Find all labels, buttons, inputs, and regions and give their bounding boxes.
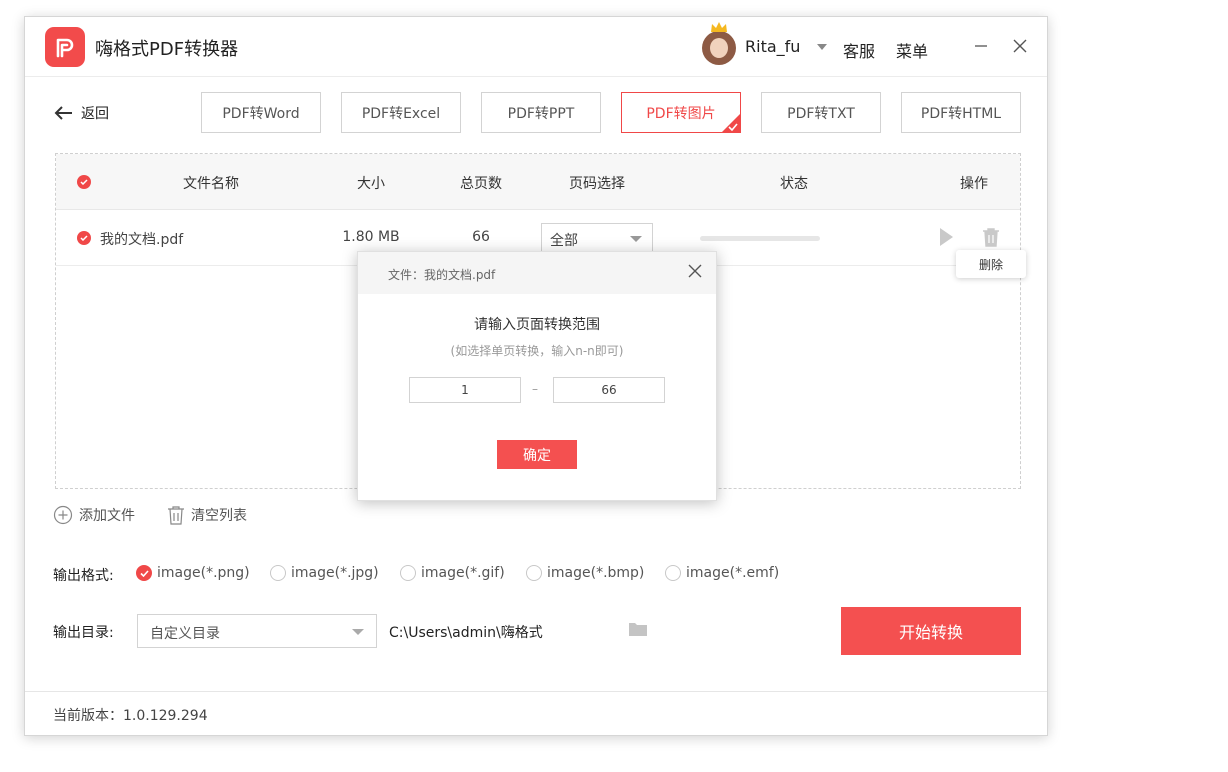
version-text: 当前版本：1.0.129.294 xyxy=(53,708,208,724)
header-name: 文件名称 xyxy=(183,176,239,192)
page-select-dropdown[interactable]: 全部 xyxy=(541,223,653,253)
range-start-input[interactable]: 1 xyxy=(409,377,521,403)
dialog-hint: (如选择单页转换，输入n-n即可) xyxy=(450,344,624,358)
format-label: image(*.png) xyxy=(157,565,250,581)
confirm-button[interactable]: 确定 xyxy=(497,440,577,469)
output-dir-mode: 自定义目录 xyxy=(150,626,220,642)
title-bar: 嗨格式PDF转换器 Rita_fu 客服 菜单 xyxy=(25,17,1047,77)
app-title: 嗨格式PDF转换器 xyxy=(95,39,239,60)
avatar-face xyxy=(710,38,728,58)
output-dir-dropdown[interactable]: 自定义目录 xyxy=(137,614,377,648)
tab-pdf-to-html[interactable]: PDF转HTML xyxy=(901,92,1021,133)
output-format-label: 输出格式: xyxy=(53,568,114,584)
add-file-label: 添加文件 xyxy=(79,508,135,524)
radio-icon xyxy=(270,565,286,581)
folder-icon[interactable] xyxy=(628,621,648,637)
format-label: image(*.emf) xyxy=(686,565,780,581)
app-logo xyxy=(45,27,85,67)
format-option-emf[interactable]: image(*.emf) xyxy=(665,565,779,581)
menu-link[interactable]: 菜单 xyxy=(896,38,928,62)
radio-checked-icon xyxy=(136,565,152,581)
format-label: image(*.bmp) xyxy=(547,565,645,581)
format-option-png[interactable]: image(*.png) xyxy=(136,565,250,581)
username[interactable]: Rita_fu xyxy=(745,37,800,56)
format-label: image(*.gif) xyxy=(421,565,505,581)
header-page-select: 页码选择 xyxy=(569,176,625,192)
header-size: 大小 xyxy=(357,176,385,192)
delete-tooltip: 删除 xyxy=(956,250,1026,278)
header-status: 状态 xyxy=(780,176,808,192)
radio-icon xyxy=(665,565,681,581)
add-file-button[interactable]: 添加文件 xyxy=(53,505,135,525)
dialog-header: 文件：我的文档.pdf xyxy=(358,252,716,294)
close-icon[interactable] xyxy=(688,264,702,278)
trash-icon xyxy=(168,506,184,525)
play-icon[interactable] xyxy=(938,227,954,247)
crown-icon xyxy=(711,22,727,32)
tab-label: PDF转Excel xyxy=(361,105,441,122)
trash-icon[interactable] xyxy=(982,227,1000,247)
check-icon xyxy=(728,123,738,131)
file-name: 我的文档.pdf xyxy=(100,232,184,248)
dialog-heading: 请输入页面转换范围 xyxy=(474,317,600,333)
tab-pdf-to-txt[interactable]: PDF转TXT xyxy=(761,92,881,133)
page-select-value: 全部 xyxy=(550,233,578,249)
customer-service-link[interactable]: 客服 xyxy=(843,38,875,62)
table-header: 文件名称 大小 总页数 页码选择 状态 操作 xyxy=(56,154,1020,210)
add-icon xyxy=(53,505,73,525)
clear-list-button[interactable]: 清空列表 xyxy=(167,505,247,525)
back-label: 返回 xyxy=(81,106,109,122)
file-pages: 66 xyxy=(472,229,490,245)
avatar[interactable] xyxy=(702,22,736,65)
tab-label: PDF转Word xyxy=(222,105,300,122)
check-icon xyxy=(80,235,88,241)
clear-list-label: 清空列表 xyxy=(191,508,247,524)
tab-label: PDF转HTML xyxy=(920,105,1002,122)
format-label: image(*.jpg) xyxy=(291,565,379,581)
file-size: 1.80 MB xyxy=(342,229,400,245)
format-option-bmp[interactable]: image(*.bmp) xyxy=(526,565,644,581)
check-icon xyxy=(80,179,88,185)
tab-label: PDF转TXT xyxy=(787,105,855,122)
back-button[interactable]: 返回 xyxy=(53,103,109,123)
select-all-checkbox[interactable] xyxy=(77,175,91,189)
dialog-title: 文件：我的文档.pdf xyxy=(388,268,496,282)
tab-pdf-to-excel[interactable]: PDF转Excel xyxy=(341,92,461,133)
header-actions: 操作 xyxy=(960,176,988,192)
start-convert-button[interactable]: 开始转换 xyxy=(841,607,1021,655)
back-arrow-icon xyxy=(54,106,72,120)
tab-pdf-to-image[interactable]: PDF转图片 xyxy=(621,92,741,133)
row-checkbox[interactable] xyxy=(77,231,91,245)
chevron-down-icon xyxy=(630,236,642,242)
chevron-down-icon xyxy=(352,629,364,635)
minimize-button[interactable] xyxy=(969,34,993,58)
range-end-input[interactable]: 66 xyxy=(553,377,665,403)
version-footer: 当前版本：1.0.129.294 xyxy=(25,691,1047,736)
app-window: 嗨格式PDF转换器 Rita_fu 客服 菜单 返回 PDF转Word PDF转… xyxy=(24,16,1048,736)
user-menu-arrow-icon[interactable] xyxy=(817,44,827,50)
close-button[interactable] xyxy=(1008,34,1032,58)
page-range-dialog: 文件：我的文档.pdf 请输入页面转换范围 (如选择单页转换，输入n-n即可) … xyxy=(357,251,717,501)
format-option-jpg[interactable]: image(*.jpg) xyxy=(270,565,379,581)
output-dir-path: C:\Users\admin\嗨格式 xyxy=(389,625,543,641)
format-option-gif[interactable]: image(*.gif) xyxy=(400,565,505,581)
radio-icon xyxy=(526,565,542,581)
header-pages: 总页数 xyxy=(460,176,502,192)
radio-icon xyxy=(400,565,416,581)
progress-bar xyxy=(700,236,820,241)
tab-label: PDF转图片 xyxy=(646,105,716,122)
output-dir-label: 输出目录: xyxy=(53,625,114,641)
tab-label: PDF转PPT xyxy=(507,105,575,122)
tab-pdf-to-ppt[interactable]: PDF转PPT xyxy=(481,92,601,133)
tab-pdf-to-word[interactable]: PDF转Word xyxy=(201,92,321,133)
range-separator: – xyxy=(532,382,538,396)
